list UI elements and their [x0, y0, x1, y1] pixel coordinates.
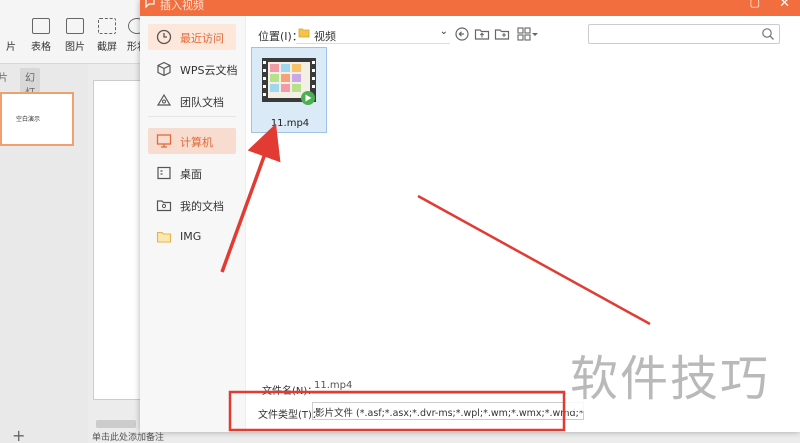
sidebar-item-my-documents[interactable]: 我的文档	[148, 192, 236, 218]
ribbon-button-picture[interactable]: 图片	[60, 16, 90, 60]
folder-icon	[298, 28, 310, 38]
file-item-video[interactable]: 11.mp4	[251, 47, 327, 133]
watermark: 软件技巧	[566, 347, 798, 411]
sidebar-item-label: 团队文档	[180, 96, 224, 109]
sidebar-item-label: 计算机	[180, 136, 213, 149]
up-folder-icon[interactable]	[474, 26, 490, 42]
horizontal-scrollbar[interactable]	[96, 420, 136, 428]
ribbon-button-table[interactable]: 表格	[26, 16, 56, 60]
new-folder-icon[interactable]	[494, 26, 510, 42]
sidebar-item-label: 最近访问	[180, 32, 224, 45]
ribbon-button-label: 图片	[65, 42, 85, 53]
filetype-dropdown[interactable]: 影片文件 (*.asf;*.asx;*.dvr-ms;*.wpl;*.wm;*.…	[312, 402, 584, 420]
back-icon[interactable]	[454, 26, 470, 42]
picture-icon	[66, 18, 84, 34]
ribbon-button-label: 表格	[31, 42, 51, 53]
add-slide-button[interactable]: +	[12, 426, 25, 443]
filename-field[interactable]: 11.mp4	[312, 378, 572, 394]
sidebar-item-recent[interactable]: 最近访问	[148, 24, 236, 50]
ribbon-button-screenshot[interactable]: 截屏	[92, 16, 122, 60]
desktop-icon	[157, 166, 171, 180]
cube-icon	[157, 61, 171, 77]
sidebar-item-img[interactable]: IMG	[148, 224, 236, 250]
sidebar-item-label: 桌面	[180, 168, 202, 181]
slide-thumbnail-title: 空白演示	[16, 116, 41, 123]
location-dropdown[interactable]: 视频 ⌄	[296, 24, 450, 44]
sidebar-divider	[148, 116, 236, 117]
view-dropdown-icon[interactable]	[531, 26, 539, 42]
sidebar-item-label: IMG	[180, 230, 202, 243]
dialog-sidebar: 最近访问 WPS云文档 团队文档 计算机 桌面 我的文档 IMG	[140, 16, 246, 432]
search-icon[interactable]	[761, 27, 775, 41]
monitor-icon	[156, 134, 172, 148]
search-input[interactable]	[588, 24, 780, 44]
view-grid-icon[interactable]	[516, 26, 532, 42]
ribbon-button-label: 截屏	[97, 42, 117, 53]
sidebar-item-label: WPS云文档	[180, 64, 238, 77]
sidebar-item-computer[interactable]: 计算机	[148, 128, 236, 154]
slide-thumbnail[interactable]: 空白演示	[0, 92, 74, 146]
filename-label: 文件名(N)：	[262, 386, 318, 397]
sidebar-item-label: 我的文档	[180, 200, 224, 213]
sidebar-item-desktop[interactable]: 桌面	[148, 160, 236, 186]
ribbon-button-slide[interactable]: 片	[0, 16, 26, 60]
chevron-down-icon: ⌄	[439, 26, 448, 37]
dialog-title: 插入视频	[160, 0, 204, 12]
screenshot-icon	[98, 18, 116, 34]
clock-icon	[156, 29, 172, 45]
close-button[interactable]: ✕	[779, 0, 790, 11]
sidebar-item-wps-cloud[interactable]: WPS云文档	[148, 56, 238, 82]
folder-icon	[156, 231, 172, 243]
documents-icon	[156, 200, 172, 212]
file-list[interactable]: 11.mp4	[246, 46, 800, 366]
maximize-button[interactable]: ▢	[750, 0, 760, 9]
tab-outline[interactable]: 片	[0, 69, 8, 84]
location-value: 视频	[314, 30, 336, 43]
video-file-icon	[262, 58, 316, 105]
file-name: 11.mp4	[270, 118, 310, 129]
ribbon-button-label: 片	[6, 42, 16, 53]
sidebar-item-team-docs[interactable]: 团队文档	[148, 88, 236, 114]
app-logo-icon	[145, 0, 155, 9]
team-icon	[156, 93, 172, 106]
slide-icon	[2, 18, 20, 34]
table-icon	[32, 18, 50, 34]
dialog-titlebar[interactable]: 插入视频 ▢ ✕	[140, 0, 800, 16]
